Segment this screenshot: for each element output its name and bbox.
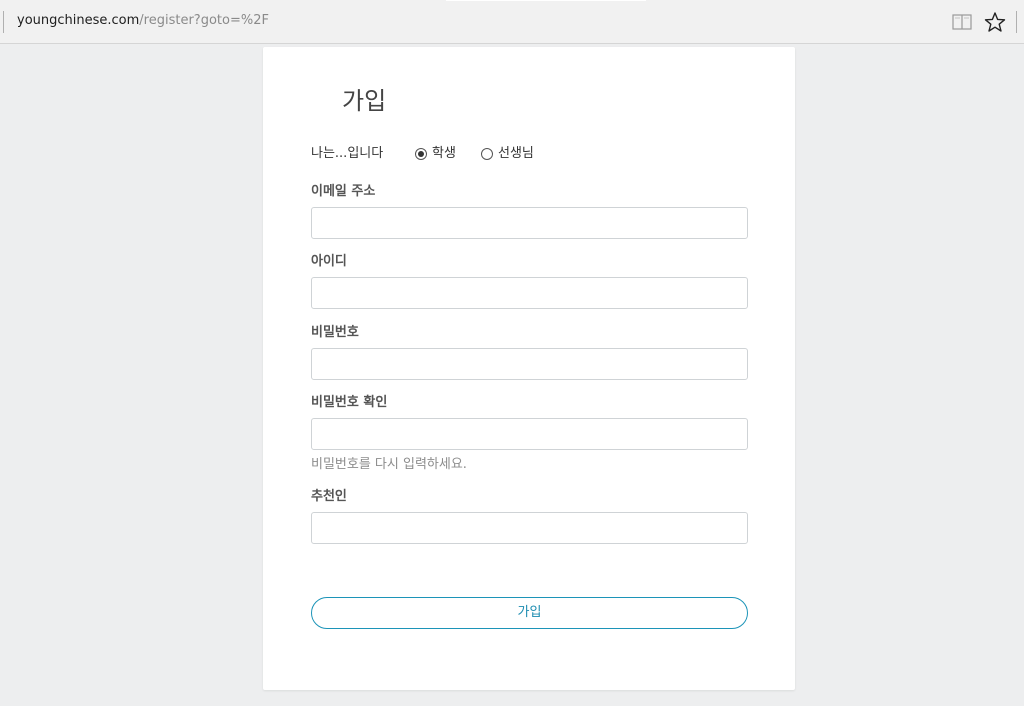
referrer-field[interactable] — [311, 512, 748, 544]
password-confirm-help: 비밀번호를 다시 입력하세요. — [311, 457, 467, 472]
address-bar-divider — [3, 11, 4, 33]
address-bar[interactable]: youngchinese.com/register?goto=%2F — [17, 12, 269, 30]
email-field[interactable] — [311, 207, 748, 239]
url-host: youngchinese.com — [17, 13, 140, 28]
password-label: 비밀번호 — [311, 325, 359, 340]
reading-view-icon[interactable] — [952, 13, 972, 31]
radio-student[interactable] — [415, 148, 427, 160]
password-field[interactable] — [311, 348, 748, 380]
role-label: 나는...입니다 — [311, 146, 384, 161]
register-submit-button[interactable]: 가입 — [311, 597, 748, 629]
page-title: 가입 — [342, 87, 387, 115]
email-label: 이메일 주소 — [311, 184, 376, 199]
password-confirm-field[interactable] — [311, 418, 748, 450]
url-path: /register?goto=%2F — [139, 13, 269, 28]
browser-toolbar: youngchinese.com/register?goto=%2F — [0, 0, 1024, 44]
radio-teacher-label[interactable]: 선생님 — [498, 144, 534, 164]
referrer-label: 추천인 — [311, 489, 347, 504]
active-tab-indicator — [446, 0, 646, 1]
username-label: 아이디 — [311, 254, 347, 269]
radio-teacher[interactable] — [481, 148, 493, 160]
username-field[interactable] — [311, 277, 748, 309]
password-confirm-label: 비밀번호 확인 — [311, 395, 388, 410]
toolbar-divider — [1016, 11, 1017, 33]
favorite-star-icon[interactable] — [984, 11, 1006, 33]
radio-student-label[interactable]: 학생 — [432, 144, 456, 164]
